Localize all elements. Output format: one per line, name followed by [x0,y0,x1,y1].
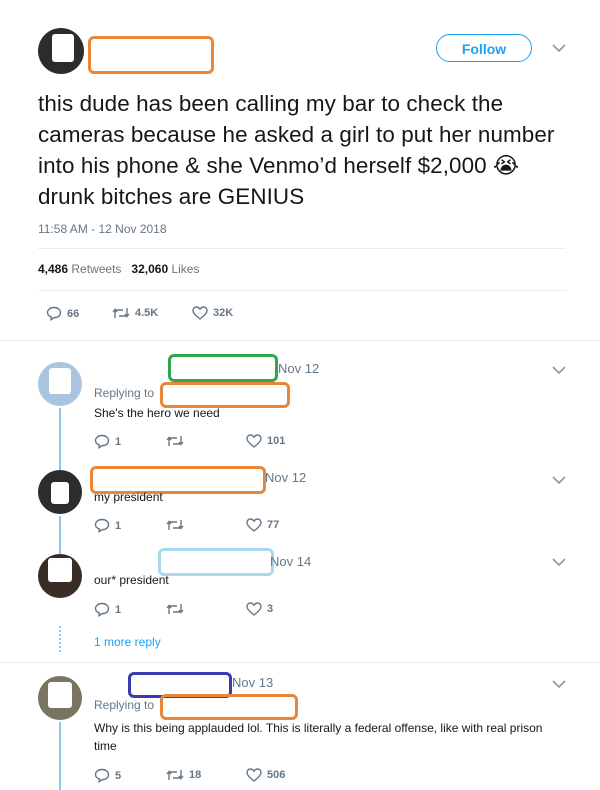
retweet-icon [166,604,184,614]
heart-icon [246,434,262,448]
follow-button[interactable]: Follow [436,34,532,62]
divider [0,662,600,663]
replying-to-redaction [160,694,298,720]
username-redaction [168,354,278,382]
retweet-action[interactable] [166,434,189,448]
reply-text: our* president [94,573,169,587]
like-action[interactable]: 506 [246,768,285,782]
like-action[interactable]: 101 [246,434,285,448]
reply-action[interactable]: 1 [94,518,121,533]
reply-text: Why is this being applauded lol. This is… [94,721,543,753]
author-avatar[interactable] [38,28,84,74]
thread-dots [59,626,61,652]
reply-action[interactable]: 1 [94,602,121,617]
like-action[interactable]: 32K [192,306,233,320]
more-replies-link[interactable]: 1 more reply [94,635,161,649]
reply-text: my president [94,490,163,504]
reply-avatar[interactable] [38,554,82,598]
reply-avatar[interactable] [38,470,82,514]
retweet-icon [166,520,184,530]
tweet-stats: 4,486 Retweets 32,060 Likes [38,262,199,276]
chevron-down-icon[interactable] [552,44,566,53]
retweet-action[interactable] [166,602,189,616]
thread-line [59,408,61,470]
replying-to-label: Replying to [94,386,155,400]
chevron-down-icon[interactable] [552,476,566,485]
reply-date[interactable]: Nov 12 [265,470,306,485]
reply-icon [94,518,110,533]
likes-stat[interactable]: 32,060 Likes [131,262,199,276]
thread-line [59,516,61,554]
chevron-down-icon[interactable] [552,366,566,375]
tweet-text: this dude has been calling my bar to che… [38,91,555,209]
heart-icon [246,768,262,782]
retweet-action[interactable]: 18 [166,768,201,782]
reply-icon [46,306,62,321]
like-action[interactable]: 77 [246,518,279,532]
tweet-timestamp[interactable]: 11:58 AM - 12 Nov 2018 [38,222,167,236]
thread-line [59,722,61,790]
retweet-action[interactable]: 4.5K [112,306,158,320]
retweet-icon [112,308,130,318]
replying-to-label: Replying to [94,698,155,712]
retweet-icon [166,770,184,780]
heart-icon [192,306,208,320]
reply-action[interactable]: 1 [94,434,121,449]
chevron-down-icon[interactable] [552,558,566,567]
reply-icon [94,602,110,617]
reply-action[interactable]: 5 [94,768,121,783]
reply-text: She's the hero we need [94,406,220,420]
heart-icon [246,518,262,532]
reply-avatar[interactable] [38,676,82,720]
reply-avatar[interactable] [38,362,82,406]
retweets-stat[interactable]: 4,486 Retweets [38,262,121,276]
reply-icon [94,768,110,783]
reply-action[interactable]: 66 [46,306,79,321]
reply-date[interactable]: Nov 13 [232,675,273,690]
reply-icon [94,434,110,449]
heart-icon [246,602,262,616]
divider [0,340,600,341]
author-name-redaction [88,36,214,74]
username-redaction [158,548,274,576]
like-action[interactable]: 3 [246,602,273,616]
retweet-action[interactable] [166,518,189,532]
reply-date[interactable]: Nov 12 [278,361,319,376]
divider [38,290,566,291]
divider [38,248,566,249]
retweet-icon [166,436,184,446]
reply-date[interactable]: Nov 14 [270,554,311,569]
chevron-down-icon[interactable] [552,680,566,689]
